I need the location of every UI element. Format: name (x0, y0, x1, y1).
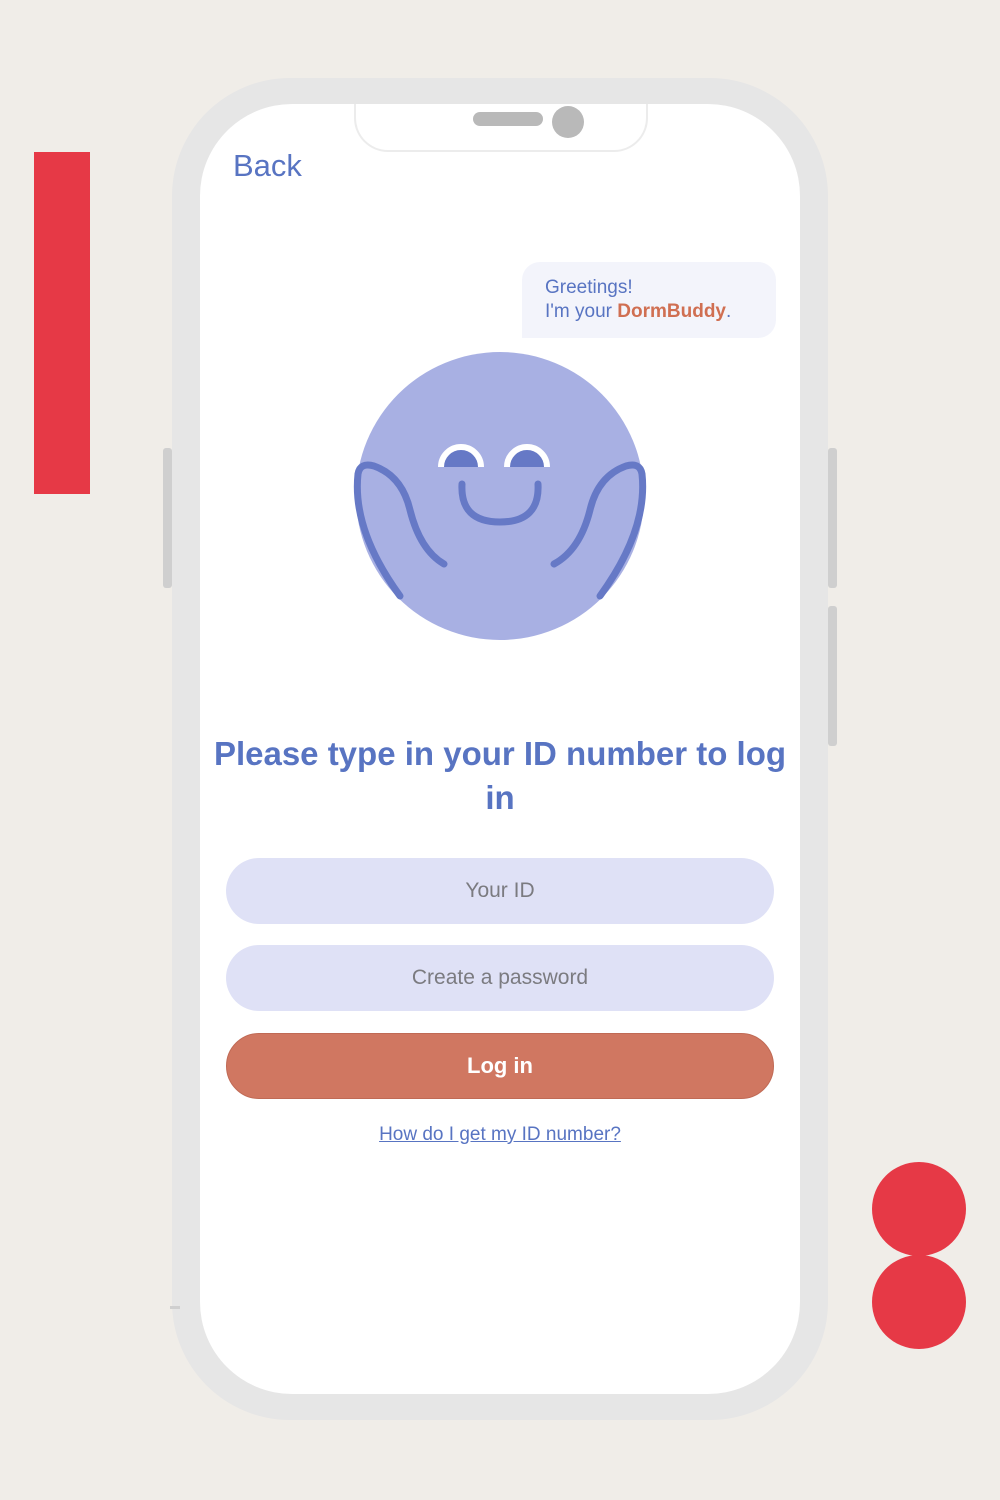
phone-side-button (163, 448, 172, 588)
mascot-icon (353, 352, 647, 640)
back-button[interactable]: Back (233, 148, 302, 184)
login-button[interactable]: Log in (226, 1033, 774, 1099)
page-title: Please type in your ID number to log in (213, 735, 787, 816)
intro-prefix: I'm your (545, 301, 618, 322)
id-input[interactable] (226, 858, 774, 924)
intro-suffix: . (726, 301, 732, 322)
phone-edge-detail (170, 1306, 180, 1309)
decorative-red-circle (872, 1162, 966, 1256)
decorative-red-bar (34, 152, 90, 494)
phone-screen: Back Greetings! I'm your DormBuddy. Plea… (200, 104, 800, 1394)
phone-side-button (828, 606, 837, 746)
greeting-bubble: Greetings! I'm your DormBuddy. (522, 262, 776, 338)
phone-side-button (828, 448, 837, 588)
decorative-red-circle (872, 1255, 966, 1349)
phone-notch (354, 104, 648, 152)
speaker-grille (473, 112, 543, 126)
brand-name: DormBuddy (617, 301, 726, 322)
intro-line: I'm your DormBuddy. (545, 300, 756, 324)
greeting-line: Greetings! (545, 277, 633, 298)
id-help-link[interactable]: How do I get my ID number? (200, 1124, 800, 1146)
front-camera (552, 106, 584, 138)
password-input[interactable] (226, 945, 774, 1011)
